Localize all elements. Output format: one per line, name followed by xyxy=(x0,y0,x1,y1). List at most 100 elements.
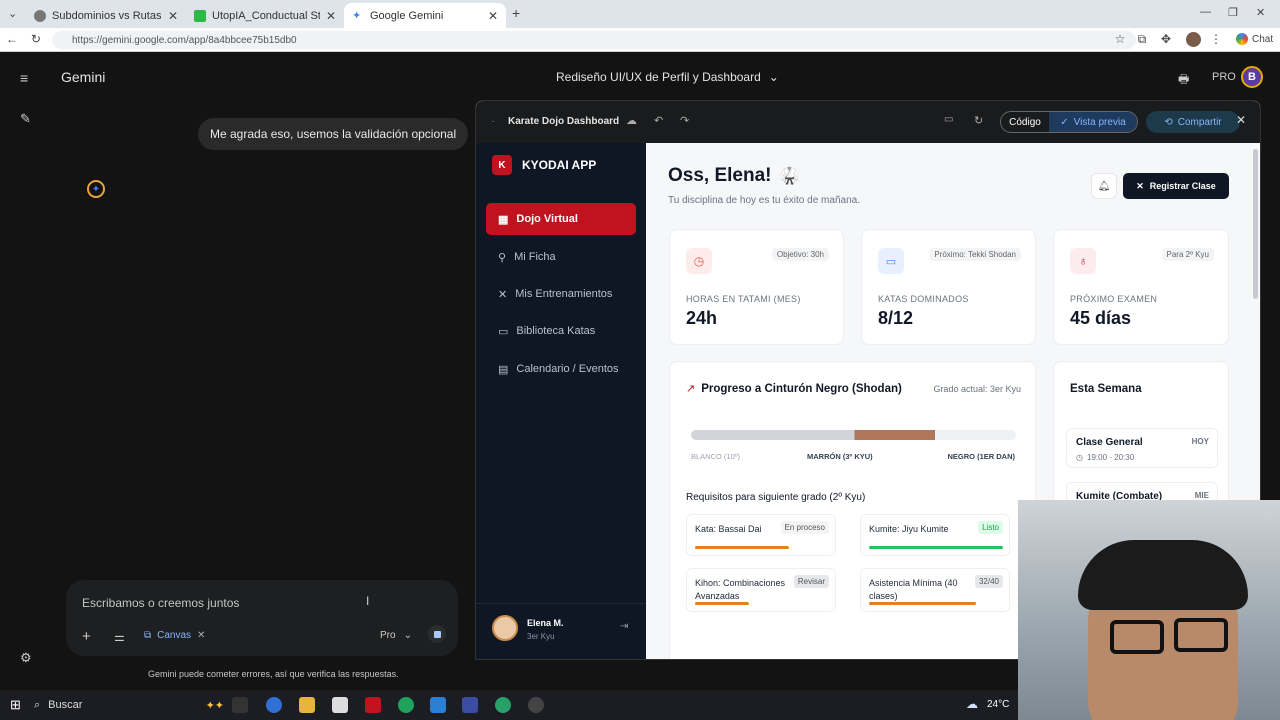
share-label: Compartir xyxy=(1177,116,1222,128)
tab-gemini[interactable]: ✦ Google Gemini ✕ xyxy=(344,3,506,28)
greeting-subtitle: Tu disciplina de hoy es tu éxito de maña… xyxy=(668,195,860,206)
stat-card-hours: ◷ Objetivo: 30h HORAS EN TATAMI (MES) 24… xyxy=(669,229,844,345)
app-logo: K xyxy=(492,155,512,175)
chat-label[interactable]: Chat xyxy=(1252,34,1273,45)
stat-label: PRÓXIMO EXAMEN xyxy=(1070,294,1158,304)
tools-sliders-icon[interactable]: ⚌ xyxy=(114,630,125,644)
current-grade: Grado actual: 3er Kyu xyxy=(933,384,1021,394)
new-tab-plus-icon[interactable]: + xyxy=(512,5,520,21)
preview-tab[interactable]: ✓ Vista previa xyxy=(1049,112,1137,132)
gemini-spark-icon: ✦ xyxy=(352,9,362,22)
tab-list-chevron-icon[interactable]: ⌄ xyxy=(8,7,17,20)
calendar-icon: ▤ xyxy=(498,363,509,376)
event-item[interactable]: Clase General HOY ◷ 19:00 - 20:30 xyxy=(1066,428,1218,468)
belt-mid-label: MARRÓN (3º KYU) xyxy=(807,452,873,461)
nav-mi-ficha[interactable]: ⚲ Mi Ficha xyxy=(486,241,636,273)
weather-icon[interactable]: ☁ xyxy=(966,697,978,711)
requirement-bar xyxy=(869,546,1003,549)
glasses-right xyxy=(1174,618,1228,652)
nav-label: Biblioteca Katas xyxy=(516,325,596,337)
vscode-icon[interactable] xyxy=(430,697,446,713)
chrome-icon[interactable] xyxy=(495,697,511,713)
new-chat-edit-icon[interactable]: ✎ xyxy=(20,111,31,127)
close-icon[interactable]: ✕ xyxy=(488,9,498,23)
prompt-input[interactable]: Escribamos o creemos juntos xyxy=(82,596,239,610)
user-avatar[interactable] xyxy=(492,615,518,641)
print-icon[interactable]: 🖶 xyxy=(1178,70,1189,91)
maximize-icon[interactable]: ❐ xyxy=(1228,6,1238,19)
nav-mis-entrenamientos[interactable]: ✕ Mis Entrenamientos xyxy=(486,278,636,310)
belt-progress-bar xyxy=(691,430,1016,440)
model-selector[interactable]: Pro ⌄ xyxy=(380,630,412,641)
puzzle-icon[interactable]: ✥ xyxy=(1158,32,1174,46)
stat-value: 24h xyxy=(686,308,718,328)
window-close-icon[interactable]: ✕ xyxy=(1256,6,1265,19)
belt-end-label: NEGRO (1ER DAN) xyxy=(947,452,1015,461)
address-bar[interactable]: https://gemini.google.com/app/8a4bbcee75… xyxy=(52,31,1136,49)
tab-subdominios[interactable]: Subdominios vs Rutas ✕ xyxy=(26,3,186,28)
register-label: Registrar Clase xyxy=(1149,181,1216,191)
close-icon[interactable]: ✕ xyxy=(168,9,178,23)
dumbbell-icon: ✕ xyxy=(498,288,508,301)
canvas-header: . Karate Dojo Dashboard ☁ ↶ ↷ ▭ ↻ Código… xyxy=(476,101,1260,143)
back-arrow-icon[interactable]: ← xyxy=(4,32,20,46)
file-explorer-icon[interactable] xyxy=(299,697,315,713)
notifications-bell-icon[interactable]: 🔔︎ xyxy=(1091,173,1117,199)
nav-calendario[interactable]: ▤ Calendario / Eventos xyxy=(486,353,636,385)
app-icon[interactable] xyxy=(462,697,478,713)
windows-start-icon[interactable]: ⊞ xyxy=(10,697,21,713)
belt-progress-fill xyxy=(691,430,935,440)
stat-tag: Próximo: Tekki Shodan xyxy=(929,248,1021,261)
bookmark-star-icon[interactable]: ☆ xyxy=(1112,32,1128,46)
register-class-button[interactable]: ✕ Registrar Clase xyxy=(1123,173,1229,199)
taskbar-search[interactable]: ⌕ Buscar ✦✦ xyxy=(34,694,224,716)
redo-icon[interactable]: ↷ xyxy=(680,114,689,127)
clock-icon: ◷ xyxy=(686,248,712,274)
store-icon[interactable] xyxy=(332,697,348,713)
app-icon[interactable] xyxy=(528,697,544,713)
close-canvas-icon[interactable]: ✕ xyxy=(1236,113,1246,127)
task-view-icon[interactable] xyxy=(232,697,248,713)
prompt-input-box: Escribamos o creemos juntos I + ⚌ ⧉ Canv… xyxy=(66,580,458,656)
requirement-item: Asistencia Mínima (40 clases) 32/40 xyxy=(860,568,1010,612)
browser-icon[interactable] xyxy=(266,697,282,713)
add-plus-icon[interactable]: + xyxy=(82,628,91,645)
canvas-chip[interactable]: ⧉ Canvas ✕ xyxy=(144,630,205,641)
refresh-icon[interactable]: ↻ xyxy=(974,114,983,127)
code-tab[interactable]: Código xyxy=(1001,112,1049,132)
video-icon: ▭ xyxy=(878,248,904,274)
profile-avatar[interactable] xyxy=(1186,32,1201,47)
menu-dots-icon[interactable]: ⋮ xyxy=(1208,32,1224,46)
stat-label: HORAS EN TATAMI (MES) xyxy=(686,294,801,304)
glasses-left xyxy=(1110,620,1164,654)
share-button[interactable]: ⟲ Compartir xyxy=(1146,111,1240,133)
remove-canvas-close-icon[interactable]: ✕ xyxy=(197,630,205,641)
undo-icon[interactable]: ↶ xyxy=(654,114,663,127)
settings-gear-icon[interactable]: ⚙ xyxy=(20,650,32,666)
menu-hamburger-icon[interactable]: ≡ xyxy=(20,70,28,86)
tab-utopia[interactable]: UtopIA_Conductual Stream - Watc ✕ xyxy=(186,3,344,28)
extensions-icon[interactable]: ⧉ xyxy=(1134,32,1150,47)
account-avatar[interactable]: B xyxy=(1241,66,1263,88)
nav-biblioteca-katas[interactable]: ▭ Biblioteca Katas xyxy=(486,315,636,347)
console-icon[interactable]: ▭ xyxy=(944,114,953,125)
reload-icon[interactable]: ↻ xyxy=(28,32,44,46)
temperature: 24°C xyxy=(987,699,1010,710)
close-icon[interactable]: ✕ xyxy=(326,9,336,23)
cloud-save-icon[interactable]: ☁ xyxy=(626,114,637,127)
nav-dojo-virtual[interactable]: ▦ Dojo Virtual xyxy=(486,203,636,235)
minimize-icon[interactable]: — xyxy=(1200,6,1211,18)
left-rail: ≡ ✎ ⚙ xyxy=(0,52,54,690)
chat-icon[interactable] xyxy=(1236,33,1248,45)
app-icon[interactable] xyxy=(365,697,381,713)
gemini-brand[interactable]: Gemini xyxy=(61,69,105,85)
preview-scrollbar[interactable] xyxy=(1253,149,1258,299)
logout-icon[interactable]: ⇥ xyxy=(620,621,628,632)
conversation-title[interactable]: Rediseño UI/UX de Perfil y Dashboard ⌄ xyxy=(556,70,779,84)
stop-button[interactable] xyxy=(428,625,446,643)
requirement-name: Kumite: Jiyu Kumite xyxy=(869,524,949,534)
user-rank: 3er Kyu xyxy=(527,632,555,641)
edge-icon[interactable] xyxy=(398,697,414,713)
gi-uniform-icon: 🥋 xyxy=(779,168,800,185)
avatar-letter: B xyxy=(1248,71,1256,83)
